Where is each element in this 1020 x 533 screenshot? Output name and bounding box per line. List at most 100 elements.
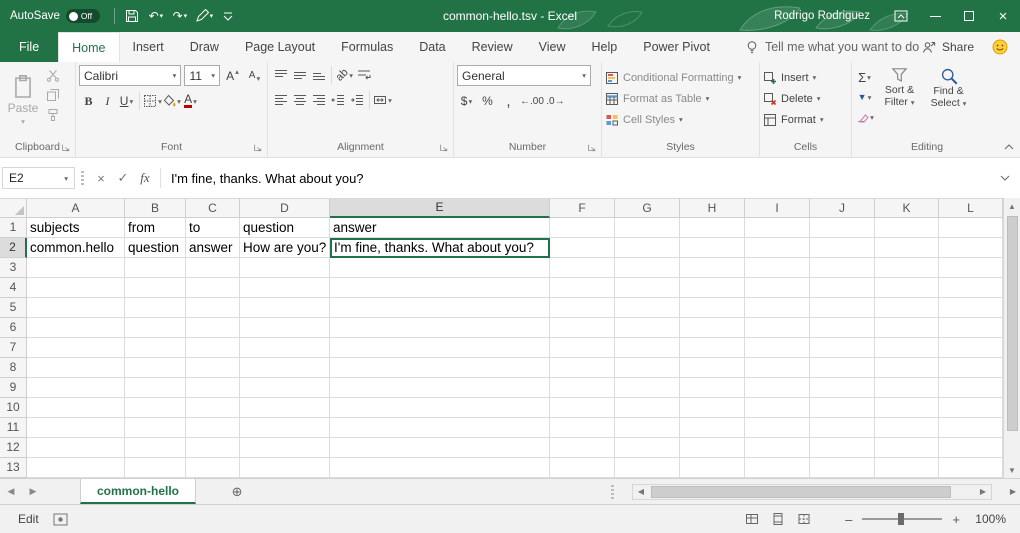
sort-filter-button[interactable]: Sort & Filter ▾ — [876, 65, 923, 109]
align-bottom-button[interactable] — [309, 65, 328, 85]
cell-B8[interactable] — [125, 358, 186, 378]
cell-I1[interactable] — [745, 218, 810, 238]
cell-H10[interactable] — [680, 398, 745, 418]
cell-D9[interactable] — [240, 378, 330, 398]
cell-A13[interactable] — [27, 458, 125, 478]
cell-F4[interactable] — [550, 278, 615, 298]
cell-H3[interactable] — [680, 258, 745, 278]
cell-J1[interactable] — [810, 218, 875, 238]
zoom-slider-thumb[interactable] — [898, 513, 904, 525]
merge-center-button[interactable]: ▾ — [373, 90, 392, 110]
share-button[interactable]: Share — [922, 40, 974, 54]
cell-H4[interactable] — [680, 278, 745, 298]
alignment-dialog-launcher[interactable] — [439, 142, 448, 157]
cell-F11[interactable] — [550, 418, 615, 438]
cell-C12[interactable] — [186, 438, 240, 458]
cell-L7[interactable] — [939, 338, 1003, 358]
format-as-table-button[interactable]: Format as Table▾ — [605, 89, 756, 108]
cell-F12[interactable] — [550, 438, 615, 458]
cell-G13[interactable] — [615, 458, 680, 478]
column-header-F[interactable]: F — [550, 198, 615, 218]
column-header-K[interactable]: K — [875, 198, 939, 218]
cell-K7[interactable] — [875, 338, 939, 358]
cell-D12[interactable] — [240, 438, 330, 458]
cell-B13[interactable] — [125, 458, 186, 478]
cell-E9[interactable] — [330, 378, 550, 398]
cell-A6[interactable] — [27, 318, 125, 338]
cell-F5[interactable] — [550, 298, 615, 318]
cell-K10[interactable] — [875, 398, 939, 418]
cell-K11[interactable] — [875, 418, 939, 438]
scroll-right-arrow[interactable]: ▶ — [975, 487, 991, 496]
decrease-indent-button[interactable] — [328, 90, 347, 110]
cell-J8[interactable] — [810, 358, 875, 378]
macro-record-icon[interactable] — [53, 513, 68, 526]
fill-button[interactable]: ▼▾ — [855, 87, 874, 107]
row-header-11[interactable]: 11 — [0, 418, 27, 438]
scroll-up-arrow[interactable]: ▲ — [1008, 198, 1016, 214]
cell-I3[interactable] — [745, 258, 810, 278]
cell-G5[interactable] — [615, 298, 680, 318]
cell-I11[interactable] — [745, 418, 810, 438]
font-size-combo[interactable]: 11▾ — [184, 65, 220, 86]
formula-bar-resize-handle[interactable] — [81, 171, 84, 185]
cell-H5[interactable] — [680, 298, 745, 318]
insert-cells-button[interactable]: Insert▾ — [763, 68, 848, 87]
cell-E5[interactable] — [330, 298, 550, 318]
cell-I13[interactable] — [745, 458, 810, 478]
formula-input[interactable]: I'm fine, thanks. What about you? — [165, 171, 992, 186]
tab-file[interactable]: File — [0, 32, 58, 62]
cell-K2[interactable] — [875, 238, 939, 258]
column-header-B[interactable]: B — [125, 198, 186, 218]
tab-insert[interactable]: Insert — [120, 32, 177, 62]
cell-C10[interactable] — [186, 398, 240, 418]
cell-I6[interactable] — [745, 318, 810, 338]
number-format-combo[interactable]: General▾ — [457, 65, 591, 86]
cell-K4[interactable] — [875, 278, 939, 298]
cell-A8[interactable] — [27, 358, 125, 378]
row-header-10[interactable]: 10 — [0, 398, 27, 418]
cell-J5[interactable] — [810, 298, 875, 318]
wrap-text-button[interactable] — [354, 65, 373, 85]
bold-button[interactable]: B — [79, 91, 98, 111]
cut-button[interactable] — [43, 65, 62, 85]
redo-button[interactable]: ↷▾ — [169, 3, 191, 29]
cell-J11[interactable] — [810, 418, 875, 438]
sheet-tab-common-hello[interactable]: common-hello — [80, 479, 196, 504]
percent-style-button[interactable]: % — [478, 91, 497, 111]
align-middle-button[interactable] — [290, 65, 309, 85]
cell-F7[interactable] — [550, 338, 615, 358]
cell-I4[interactable] — [745, 278, 810, 298]
cell-J9[interactable] — [810, 378, 875, 398]
cell-E7[interactable] — [330, 338, 550, 358]
cell-K5[interactable] — [875, 298, 939, 318]
page-break-preview-button[interactable] — [797, 512, 811, 526]
cell-L3[interactable] — [939, 258, 1003, 278]
new-sheet-button[interactable]: ⊕ — [224, 479, 250, 504]
cell-G11[interactable] — [615, 418, 680, 438]
cell-L13[interactable] — [939, 458, 1003, 478]
cell-I8[interactable] — [745, 358, 810, 378]
cell-H11[interactable] — [680, 418, 745, 438]
cell-H1[interactable] — [680, 218, 745, 238]
cell-J4[interactable] — [810, 278, 875, 298]
close-button[interactable]: × — [986, 0, 1020, 32]
cell-A10[interactable] — [27, 398, 125, 418]
cell-F13[interactable] — [550, 458, 615, 478]
feedback-smiley-icon[interactable] — [992, 39, 1008, 55]
increase-decimal-button[interactable]: ←.00 — [520, 91, 544, 111]
align-left-button[interactable] — [271, 90, 290, 110]
tab-help[interactable]: Help — [579, 32, 631, 62]
cell-K3[interactable] — [875, 258, 939, 278]
cell-B5[interactable] — [125, 298, 186, 318]
row-header-5[interactable]: 5 — [0, 298, 27, 318]
cell-I7[interactable] — [745, 338, 810, 358]
column-header-J[interactable]: J — [810, 198, 875, 218]
cell-C2[interactable]: answer — [186, 238, 240, 258]
minimize-button[interactable] — [918, 0, 952, 32]
cell-L12[interactable] — [939, 438, 1003, 458]
cell-D2[interactable]: How are you? — [240, 238, 330, 258]
cell-D1[interactable]: question — [240, 218, 330, 238]
cell-C4[interactable] — [186, 278, 240, 298]
column-header-D[interactable]: D — [240, 198, 330, 218]
